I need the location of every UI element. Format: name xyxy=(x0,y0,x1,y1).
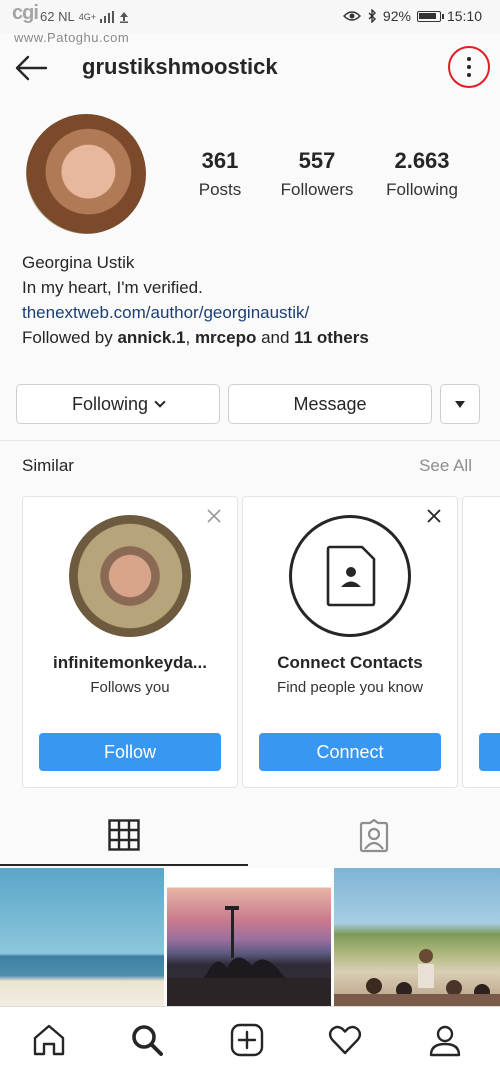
profile-stats: 361 Posts 557 Followers 2.663 Following xyxy=(180,148,480,200)
stat-following[interactable]: 2.663 Following xyxy=(374,148,470,200)
heart-icon xyxy=(328,1025,362,1055)
stat-value: 361 xyxy=(201,148,239,173)
profile-avatar[interactable] xyxy=(26,114,146,234)
caret-down-icon xyxy=(455,400,465,408)
followed-by[interactable]: Followed by annick.1, mrcepo and 11 othe… xyxy=(22,325,482,350)
nav-home[interactable] xyxy=(32,1023,66,1057)
suggestion-card-partial[interactable] xyxy=(462,496,500,788)
post-thumbnail[interactable] xyxy=(167,868,331,1006)
home-icon xyxy=(33,1024,65,1056)
more-options-button[interactable] xyxy=(448,46,490,88)
bio-text: In my heart, I'm verified. xyxy=(22,278,203,297)
divider xyxy=(0,440,500,441)
suggestion-avatar[interactable] xyxy=(69,515,191,637)
grid-icon xyxy=(108,819,140,851)
suggestion-subtitle: Follows you xyxy=(90,679,170,696)
carrier-label: 62 NL xyxy=(40,9,75,24)
stat-value: 2.663 xyxy=(394,148,450,173)
battery-icon xyxy=(416,10,444,22)
search-icon xyxy=(132,1025,163,1056)
more-dot xyxy=(467,73,471,77)
network-label: 4G+ xyxy=(78,11,96,22)
post-thumbnail[interactable] xyxy=(334,868,500,1006)
chevron-down-icon xyxy=(154,396,166,408)
page-title: grustikshmoostick xyxy=(82,54,278,79)
followed-by-prefix: Followed by xyxy=(22,328,118,347)
post-thumbnail[interactable] xyxy=(0,868,164,1006)
thumbnail-people xyxy=(334,949,500,1006)
back-button[interactable] xyxy=(14,52,50,84)
nav-create[interactable] xyxy=(230,1023,264,1057)
nav-activity[interactable] xyxy=(328,1023,362,1057)
watermark-logo: cgi xyxy=(12,2,39,24)
profile-actions: Following Message xyxy=(16,384,480,424)
back-arrow-icon xyxy=(15,55,48,81)
add-icon xyxy=(230,1023,264,1057)
contacts-circle xyxy=(289,515,411,637)
thumbnail-silhouettes xyxy=(167,906,331,1006)
connect-contacts-title: Connect Contacts xyxy=(277,653,423,672)
profile-name: Georgina Ustik xyxy=(22,253,135,272)
followed-by-user: annick.1 xyxy=(117,328,186,347)
profile-icon xyxy=(429,1025,461,1057)
bluetooth-icon xyxy=(368,9,376,23)
partial-card-button[interactable] xyxy=(479,733,500,771)
suggestion-username[interactable]: infinitemonkeyda... xyxy=(23,653,237,673)
message-button[interactable]: Message xyxy=(228,384,432,424)
stat-label: Followers xyxy=(280,180,354,199)
connect-contacts-subtitle: Find people you know xyxy=(277,679,423,696)
upload-icon xyxy=(119,11,128,23)
followed-by-and: and xyxy=(256,328,295,347)
stat-followers[interactable]: 557 Followers xyxy=(264,148,370,200)
follow-button[interactable]: Follow xyxy=(39,733,221,771)
followed-by-others: 11 others xyxy=(294,328,369,347)
profile-tabs xyxy=(0,806,500,866)
see-all-link[interactable]: See All xyxy=(419,456,472,476)
bio-link[interactable]: thenextweb.com/author/georginaustik/ xyxy=(22,300,482,325)
stat-value: 557 xyxy=(298,148,336,173)
more-vertical-icon xyxy=(467,57,471,61)
contact-card-icon xyxy=(326,545,376,607)
message-button-label: Message xyxy=(293,393,367,414)
followed-by-sep: , xyxy=(185,328,195,347)
more-dot xyxy=(467,65,471,69)
profile-bio: Georgina Ustik In my heart, I'm verified… xyxy=(22,250,482,350)
photo-grid xyxy=(0,868,500,1006)
following-button[interactable]: Following xyxy=(16,384,220,424)
nav-search[interactable] xyxy=(130,1023,164,1057)
followed-by-user: mrcepo xyxy=(194,328,257,347)
connect-contacts-card[interactable]: Connect Contacts Find people you know Co… xyxy=(242,496,458,788)
status-right: 92% 15:10 xyxy=(342,8,482,24)
status-bar: 62 NL 4G+ 92% 15:10 cgi xyxy=(0,0,500,34)
stat-label: Following xyxy=(386,180,458,199)
stat-label: Posts xyxy=(198,180,242,199)
eye-icon xyxy=(342,11,361,21)
similar-title: Similar xyxy=(22,456,74,475)
profile-header: grustikshmoostick xyxy=(0,40,500,96)
following-button-label: Following xyxy=(71,393,149,414)
close-icon[interactable] xyxy=(425,507,443,525)
suggestion-card[interactable]: infinitemonkeyda... Follows you Follow xyxy=(22,496,238,788)
suggested-toggle-button[interactable] xyxy=(440,384,480,424)
signal-icon xyxy=(99,10,114,23)
nav-profile[interactable] xyxy=(428,1023,462,1057)
battery-percent: 92% xyxy=(382,8,411,24)
tagged-icon xyxy=(359,819,389,853)
close-icon[interactable] xyxy=(205,507,223,525)
connect-button[interactable]: Connect xyxy=(259,733,441,771)
tab-grid[interactable] xyxy=(0,806,248,866)
tab-tagged[interactable] xyxy=(248,806,500,866)
bottom-navigation xyxy=(0,1006,500,1072)
clock: 15:10 xyxy=(446,8,482,24)
stat-posts[interactable]: 361 Posts xyxy=(180,148,260,200)
